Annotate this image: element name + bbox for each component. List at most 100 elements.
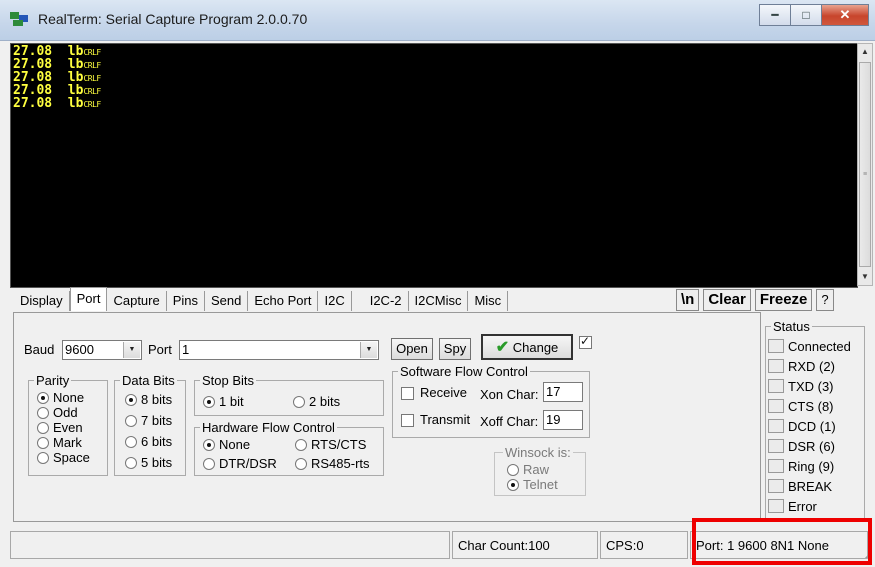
parity-label: Parity [34, 373, 72, 388]
parity-none-radio[interactable]: None [37, 391, 84, 405]
terminal-line: 27.08 lbCRLF [13, 57, 101, 72]
status-txd: TXD (3) [768, 377, 834, 395]
port-info: Port: 1 9600 8N1 None [690, 531, 868, 559]
transmit-checkbox[interactable] [401, 414, 414, 427]
status-break: BREAK [768, 477, 832, 495]
status-bar: Char Count:100 CPS:0 Port: 1 9600 8N1 No… [10, 531, 872, 561]
baud-label: Baud [24, 342, 55, 357]
data-bits-7-radio[interactable]: 7 bits [125, 414, 172, 428]
hardware-flow-group: Hardware Flow Control None RTS/CTS DTR/D… [194, 420, 384, 476]
xoff-label: Xoff Char: [480, 414, 539, 429]
parity-space-radio[interactable]: Space [37, 451, 90, 465]
tab-send[interactable]: Send [205, 291, 249, 311]
stop-bits-label: Stop Bits [200, 373, 257, 388]
status-dsr: DSR (6) [768, 437, 835, 455]
terminal-line: 27.08 lbCRLF [13, 83, 101, 98]
terminal-scrollbar[interactable]: ▲ ≡ ▼ [857, 43, 873, 286]
xon-label: Xon Char: [480, 387, 539, 402]
tab-display[interactable]: Display [14, 291, 70, 311]
tab-i2c-2[interactable]: I2C-2 [364, 291, 409, 311]
winsock-telnet-radio[interactable]: Telnet [507, 478, 558, 492]
baud-value: 9600 [65, 342, 94, 357]
tab-misc[interactable]: Misc [468, 291, 509, 311]
receive-label: Receive [420, 385, 467, 400]
close-button[interactable]: ✕ [821, 4, 869, 26]
parity-group: Parity None Odd Even Mark Space [28, 373, 108, 476]
window-title: RealTerm: Serial Capture Program 2.0.0.7… [38, 11, 308, 27]
status-cts: CTS (8) [768, 397, 834, 415]
maximize-button[interactable]: □ [790, 4, 822, 26]
status-led [768, 479, 784, 493]
parity-odd-radio[interactable]: Odd [37, 406, 78, 420]
stop-bits-1-radio[interactable]: 1 bit [203, 395, 244, 409]
hardware-flow-label: Hardware Flow Control [200, 420, 337, 435]
hw-flow-none-radio[interactable]: None [203, 438, 250, 452]
parity-mark-radio[interactable]: Mark [37, 436, 82, 450]
tab-i2cmisc[interactable]: I2CMisc [409, 291, 469, 311]
open-button[interactable]: Open [391, 338, 433, 360]
realterm-window: RealTerm: Serial Capture Program 2.0.0.7… [0, 0, 875, 567]
tab-bar: Display Port Capture Pins Send Echo Port… [14, 287, 509, 311]
status-indicators: Connected RXD (2) TXD (3) CTS (8) DCD (1… [768, 321, 862, 519]
data-bits-8-radio[interactable]: 8 bits [125, 393, 172, 407]
winsock-label: Winsock is: [503, 445, 573, 460]
newline-button[interactable]: \n [676, 289, 700, 311]
status-bar-message [10, 531, 450, 559]
spy-button[interactable]: Spy [439, 338, 471, 360]
tab-port[interactable]: Port [69, 287, 108, 311]
baud-select[interactable]: 9600 ▼ [62, 340, 142, 360]
status-led [768, 459, 784, 473]
minimize-icon: ━ [771, 8, 779, 22]
realterm-app-icon [10, 12, 28, 26]
hw-flow-rts-cts-radio[interactable]: RTS/CTS [295, 438, 366, 452]
status-led [768, 439, 784, 453]
terminal-line: 27.08 lbCRLF [13, 70, 101, 85]
status-error: Error [768, 497, 817, 515]
parity-even-radio[interactable]: Even [37, 421, 83, 435]
xon-char-input[interactable]: 17 [543, 382, 583, 402]
scroll-thumb[interactable]: ≡ [859, 62, 871, 267]
resize-grip-icon[interactable]: ◢ [865, 550, 871, 559]
port-label: Port [148, 342, 172, 357]
grip-icon: ≡ [863, 171, 868, 178]
data-bits-group: Data Bits 8 bits 7 bits 6 bits 5 bits [114, 373, 186, 476]
status-led [768, 419, 784, 433]
clear-button[interactable]: Clear [703, 289, 751, 311]
transmit-label: Transmit [420, 412, 471, 427]
terminal-display[interactable]: 27.08 lbCRLF 27.08 lbCRLF 27.08 lbCRLF 2… [10, 43, 858, 288]
xoff-char-input[interactable]: 19 [543, 410, 583, 430]
chevron-down-icon[interactable]: ▼ [360, 342, 377, 358]
chevron-down-icon[interactable]: ▼ [123, 342, 140, 358]
tab-pins[interactable]: Pins [167, 291, 206, 311]
checkmark-icon: ✔ [495, 339, 510, 356]
minimize-button[interactable]: ━ [759, 4, 791, 26]
receive-checkbox[interactable] [401, 387, 414, 400]
winsock-raw-radio[interactable]: Raw [507, 463, 549, 477]
help-button[interactable]: ? [816, 289, 834, 311]
stop-bits-2-radio[interactable]: 2 bits [293, 395, 340, 409]
hw-flow-dtr-dsr-radio[interactable]: DTR/DSR [203, 457, 277, 471]
terminal-line: 27.08 lbCRLF [13, 96, 101, 111]
scroll-up-icon[interactable]: ▲ [858, 44, 872, 60]
change-auto-checkbox[interactable] [579, 334, 592, 349]
hw-flow-rs485-radio[interactable]: RS485-rts [295, 457, 370, 471]
tab-i2c[interactable]: I2C [318, 291, 352, 311]
maximize-icon: □ [802, 8, 810, 22]
status-led [768, 399, 784, 413]
scroll-down-icon[interactable]: ▼ [858, 269, 872, 285]
status-rxd: RXD (2) [768, 357, 835, 375]
tool-buttons: \n Clear Freeze ? [672, 289, 834, 311]
status-dcd: DCD (1) [768, 417, 836, 435]
title-bar[interactable]: RealTerm: Serial Capture Program 2.0.0.7… [0, 0, 875, 41]
change-label: Change [512, 340, 559, 355]
tab-capture[interactable]: Capture [107, 291, 167, 311]
data-bits-5-radio[interactable]: 5 bits [125, 456, 172, 470]
char-count: Char Count:100 [452, 531, 598, 559]
change-button[interactable]: ✔ Change [481, 334, 573, 360]
freeze-button[interactable]: Freeze [754, 289, 813, 311]
tab-echo-port[interactable]: Echo Port [248, 291, 319, 311]
port-select[interactable]: 1 ▼ [179, 340, 379, 360]
status-led [768, 339, 784, 353]
status-connected: Connected [768, 337, 851, 355]
data-bits-6-radio[interactable]: 6 bits [125, 435, 172, 449]
